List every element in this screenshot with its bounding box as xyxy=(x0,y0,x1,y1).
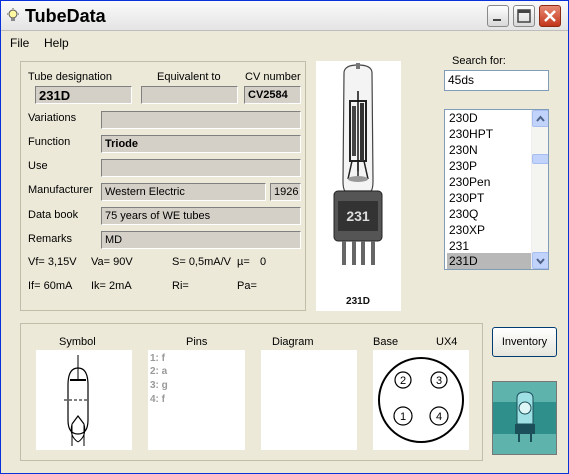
tube-logo-icon xyxy=(493,382,556,454)
base-type-label: UX4 xyxy=(436,336,458,348)
pin-4: 4: f xyxy=(150,394,165,405)
ik-value: Ik= 2mA xyxy=(91,280,132,292)
tube-list[interactable]: 230D 230HPT 230N 230P 230Pen 230PT 230Q … xyxy=(444,109,549,270)
tube-photo: 231 231D xyxy=(316,61,401,311)
base-diagram: 2 3 1 4 xyxy=(378,357,464,443)
lightbulb-icon xyxy=(7,8,19,21)
inventory-button[interactable]: Inventory xyxy=(492,327,557,357)
menu-file[interactable]: File xyxy=(10,36,29,50)
base-label: Base xyxy=(373,336,399,348)
variations-label: Variations xyxy=(28,112,77,124)
base-pin-4: 4 xyxy=(436,411,442,423)
equivalent-field[interactable] xyxy=(141,86,238,104)
base-box: 2 3 1 4 xyxy=(373,350,469,450)
if-value: If= 60mA xyxy=(28,280,73,292)
designation-field[interactable]: 231D xyxy=(35,86,132,104)
list-scrollbar[interactable] xyxy=(531,110,548,269)
chevron-up-icon xyxy=(536,115,545,122)
title-bar[interactable]: TubeData xyxy=(1,1,568,31)
chevron-down-icon xyxy=(536,258,545,265)
use-field[interactable] xyxy=(101,159,301,177)
maximize-icon xyxy=(517,9,531,23)
search-input[interactable]: 45ds xyxy=(444,70,549,91)
function-field[interactable]: Triode xyxy=(101,135,301,153)
variations-field[interactable] xyxy=(101,111,301,129)
remarks-label: Remarks xyxy=(28,233,73,245)
menu-bar: File Help xyxy=(1,32,568,54)
scroll-thumb[interactable] xyxy=(532,154,548,164)
search-label: Search for: xyxy=(452,55,506,67)
va-value: Va= 90V xyxy=(91,256,133,268)
databook-field[interactable]: 75 years of WE tubes xyxy=(101,207,301,225)
list-item[interactable]: 230PT xyxy=(447,190,531,206)
tube-base-print: 231 xyxy=(346,208,370,224)
mu-value: 0 xyxy=(260,256,267,268)
vacuum-tube-image: 231 231D xyxy=(333,63,383,307)
window-title: TubeData xyxy=(25,6,106,26)
base-pin-3: 3 xyxy=(436,375,442,387)
scroll-down-button[interactable] xyxy=(532,252,548,269)
ri-value: Ri= xyxy=(172,280,189,292)
symbol-label: Symbol xyxy=(59,336,96,348)
cv-label: CV number xyxy=(245,71,301,83)
pin-1: 1: f xyxy=(150,353,165,364)
function-label: Function xyxy=(28,136,71,148)
triode-symbol-icon xyxy=(64,355,89,446)
maximize-button[interactable] xyxy=(513,5,535,27)
minimize-button[interactable] xyxy=(487,5,509,27)
manufacturer-field[interactable]: Western Electric xyxy=(101,183,266,201)
list-item[interactable]: 230Q xyxy=(447,206,531,222)
use-label: Use xyxy=(28,160,48,172)
pin-3: 3: g xyxy=(150,380,168,391)
minimize-icon xyxy=(493,19,501,21)
databook-label: Data book xyxy=(28,209,79,221)
app-window: TubeData File Help Tube designation Equi… xyxy=(0,0,569,474)
designation-label: Tube designation xyxy=(28,71,112,83)
list-item[interactable]: 230HPT xyxy=(447,126,531,142)
pa-value: Pa= xyxy=(237,280,257,292)
list-item[interactable]: 230N xyxy=(447,142,531,158)
list-item[interactable]: 231 xyxy=(447,238,531,254)
cv-number-field[interactable]: CV2584 xyxy=(244,86,301,104)
scroll-up-button[interactable] xyxy=(532,110,548,127)
vf-value: Vf= 3,15V xyxy=(28,256,77,268)
menu-help[interactable]: Help xyxy=(44,36,69,50)
list-item[interactable]: 230XP xyxy=(447,222,531,238)
year-field[interactable]: 1926 xyxy=(270,183,301,201)
base-pin-1: 1 xyxy=(400,411,406,423)
app-logo xyxy=(492,381,557,455)
remarks-field[interactable]: MD xyxy=(101,231,301,249)
pin-2: 2: a xyxy=(150,366,168,377)
base-pin-2: 2 xyxy=(400,375,406,387)
s-value: S= 0,5mA/V xyxy=(172,256,232,268)
list-item[interactable]: 230P xyxy=(447,158,531,174)
manufacturer-label: Manufacturer xyxy=(28,184,93,196)
pins-label: Pins xyxy=(186,336,208,348)
close-button[interactable] xyxy=(539,5,561,27)
mu-label: µ= xyxy=(237,256,250,268)
list-item[interactable]: 230Pen xyxy=(447,174,531,190)
list-item-selected[interactable]: 231D xyxy=(447,253,531,269)
list-item[interactable]: 230D xyxy=(447,110,531,126)
pins-box: 1: f 2: a 3: g 4: f xyxy=(148,350,245,450)
close-icon xyxy=(544,10,556,22)
tube-info-group: Tube designation Equivalent to CV number… xyxy=(20,61,306,311)
photo-caption: 231D xyxy=(346,296,370,307)
equivalent-label: Equivalent to xyxy=(157,71,221,83)
diagram-label: Diagram xyxy=(272,336,314,348)
diagram-box xyxy=(261,350,357,450)
symbol-box xyxy=(36,350,132,450)
schematic-group: Symbol Pins Diagram Base UX4 1: f 2: a 3… xyxy=(20,323,483,461)
